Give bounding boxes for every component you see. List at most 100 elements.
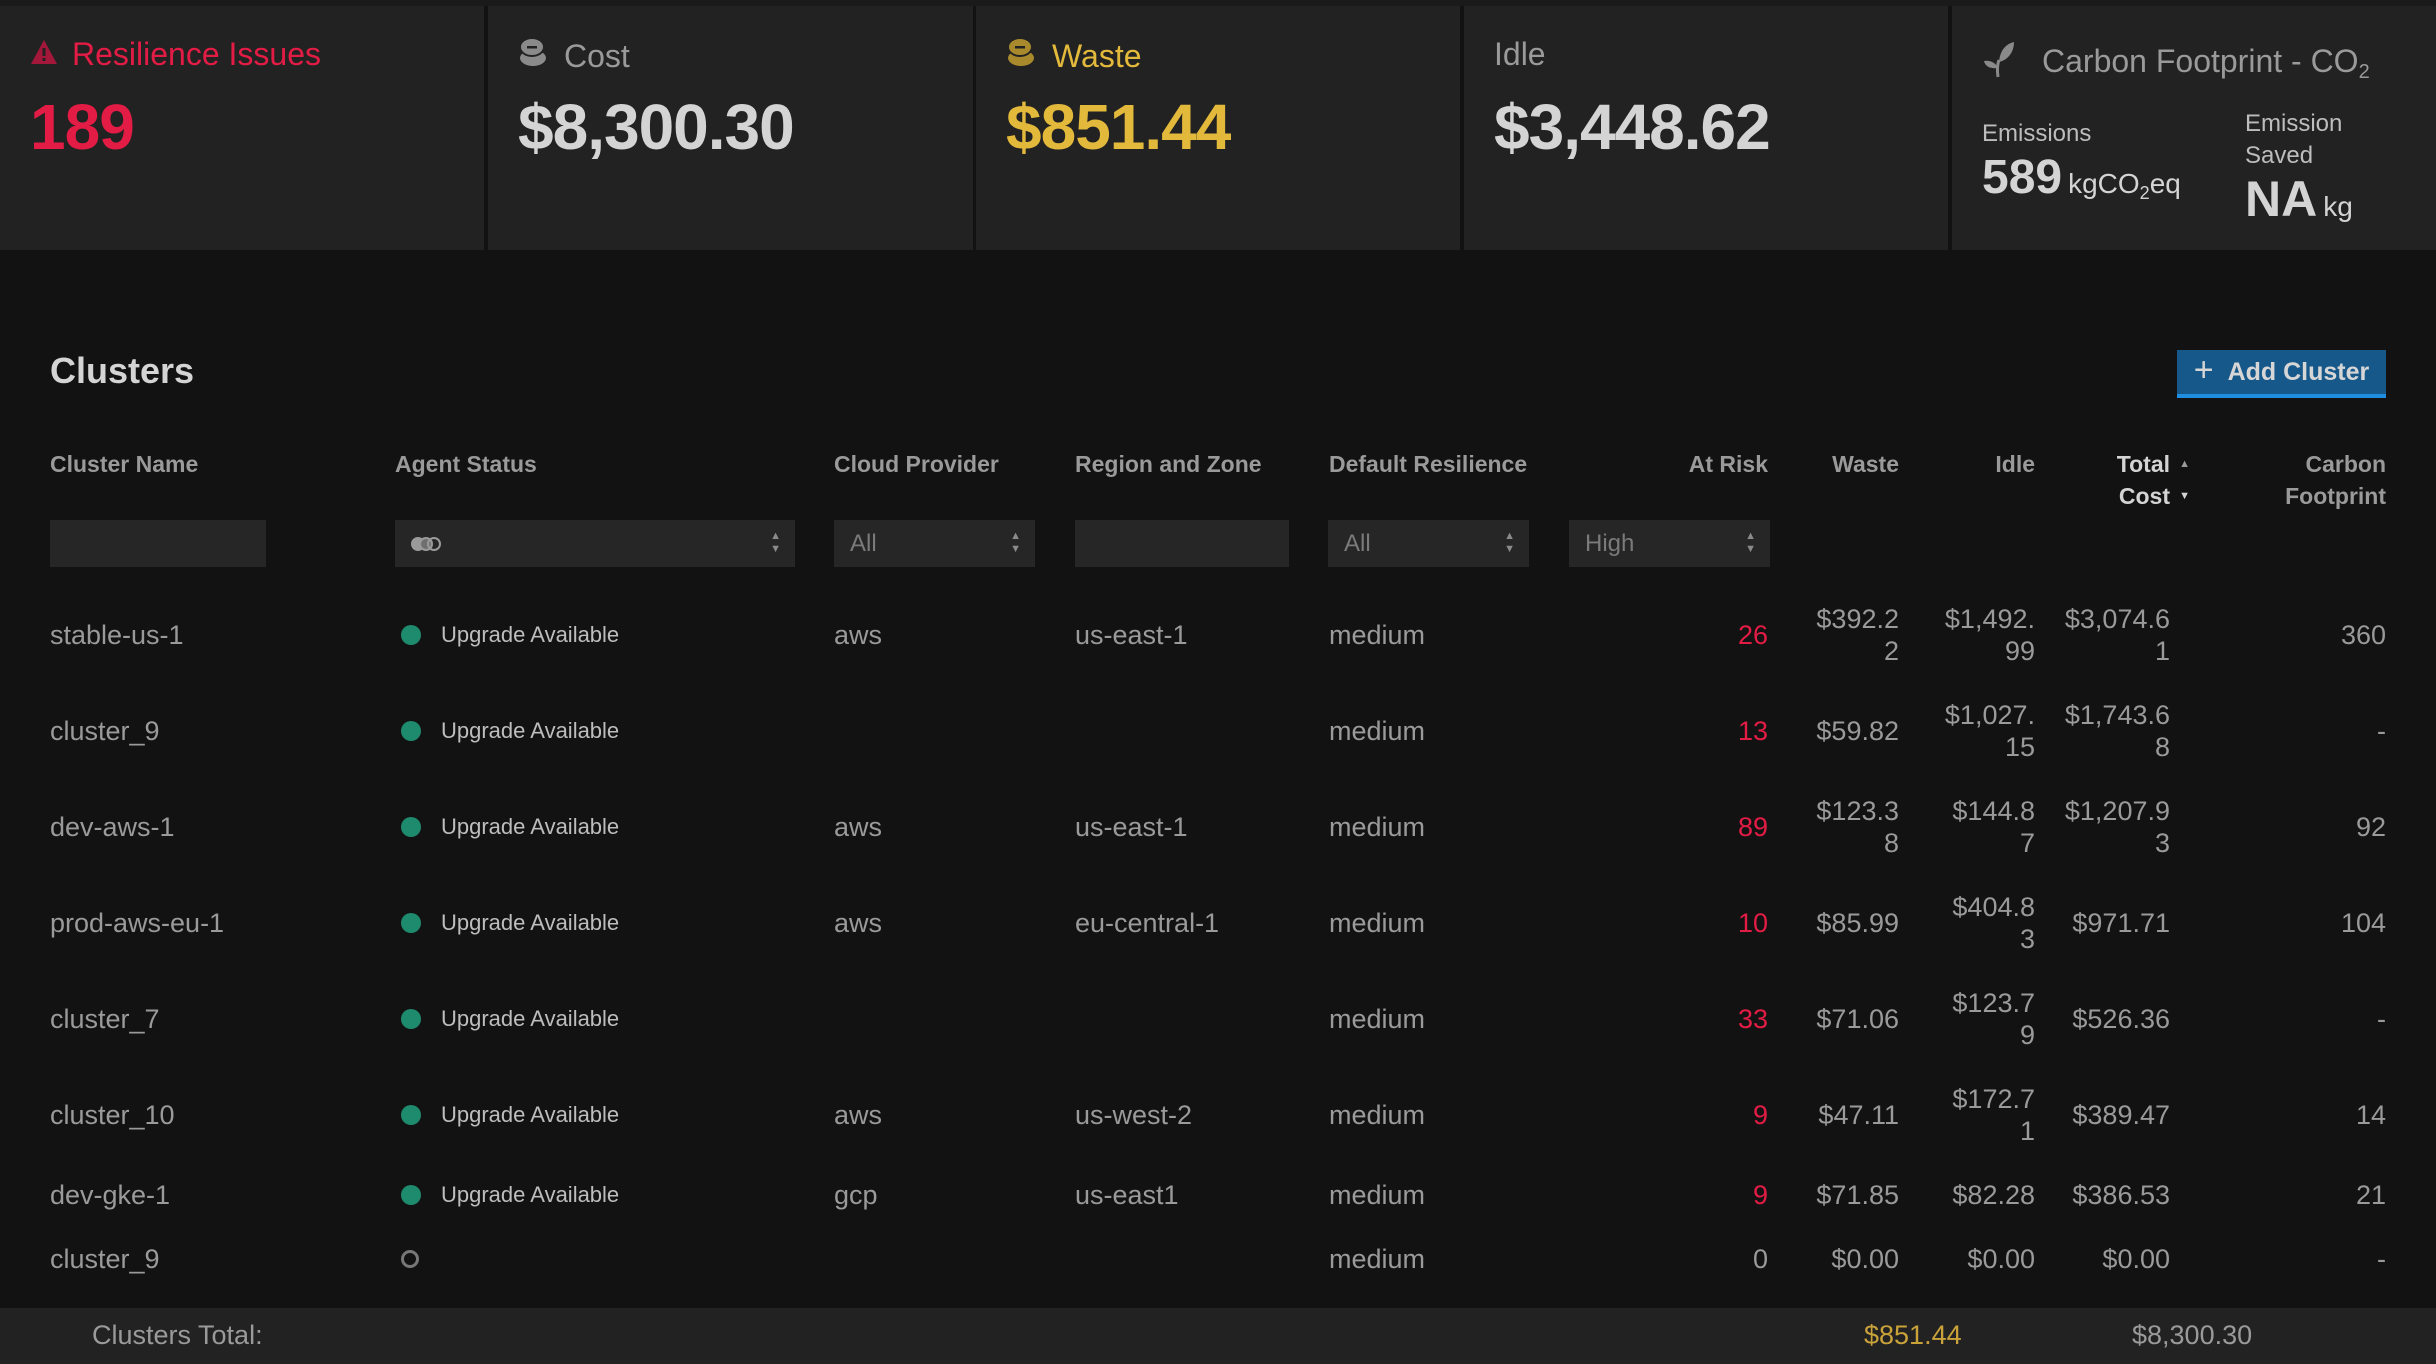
cell-resilience: medium bbox=[1329, 1004, 1426, 1034]
emissions-value: 589 bbox=[1982, 151, 2063, 204]
clusters-total-waste: $851.44 bbox=[1864, 1320, 1962, 1350]
cell-idle: $123.79 bbox=[1952, 988, 2035, 1050]
emissions-unit-sub: 2 bbox=[2139, 183, 2150, 203]
cell-total-cost: $971.71 bbox=[2072, 908, 2170, 938]
cell-cloud-provider: gcp bbox=[834, 1180, 878, 1210]
resilience-issues-card[interactable]: Resilience Issues 189 bbox=[0, 6, 484, 250]
cell-idle: $1,492.99 bbox=[1944, 604, 2035, 666]
status-label: Upgrade Available bbox=[441, 910, 620, 935]
table-row[interactable]: dev-gke-1 Upgrade Available gcp us-east1… bbox=[0, 1180, 2436, 1210]
cell-cluster-name[interactable]: cluster_9 bbox=[50, 715, 160, 747]
cell-resilience: medium bbox=[1329, 908, 1426, 938]
cell-waste: $47.11 bbox=[1818, 1100, 1899, 1130]
emissions-unit-post: eq bbox=[2149, 168, 2181, 199]
cell-agent-status bbox=[401, 1250, 439, 1268]
cell-carbon-footprint: 360 bbox=[2340, 620, 2386, 650]
status-label: Upgrade Available bbox=[441, 1182, 620, 1207]
total-cost-header-line2: Cost bbox=[2118, 483, 2170, 509]
column-header-waste[interactable]: Waste bbox=[1832, 448, 1899, 480]
cell-waste: $123.38 bbox=[1816, 796, 1899, 858]
cell-region: us-east1 bbox=[1075, 1180, 1179, 1210]
emissions-value-group: 589 kgCO2eq bbox=[1982, 150, 2181, 205]
cell-carbon-footprint: 21 bbox=[2355, 1180, 2386, 1210]
resilience-filter-select[interactable]: All ▲ ▼ bbox=[1328, 520, 1529, 567]
table-row[interactable]: cluster_9 Upgrade Available medium 13 $5… bbox=[0, 700, 2436, 762]
cell-cluster-name[interactable]: cluster_7 bbox=[50, 1003, 160, 1035]
status-label: Upgrade Available bbox=[441, 622, 620, 647]
cell-idle: $1,027.15 bbox=[1944, 700, 2035, 762]
cell-waste: $71.06 bbox=[1816, 1004, 1899, 1034]
cell-cluster-name[interactable]: cluster_9 bbox=[50, 1243, 160, 1275]
cell-at-risk: 33 bbox=[1737, 1004, 1768, 1034]
column-header-region[interactable]: Region and Zone bbox=[1075, 448, 1262, 480]
cell-total-cost: $1,743.68 bbox=[2064, 700, 2170, 762]
cell-carbon-footprint: 14 bbox=[2355, 1100, 2386, 1130]
cell-region: eu-central-1 bbox=[1075, 908, 1220, 938]
column-header-total-cost[interactable]: Total Cost ▲ ▼ bbox=[2117, 448, 2190, 512]
column-header-carbon-footprint[interactable]: Carbon Footprint bbox=[2285, 448, 2386, 512]
select-arrows-icon: ▲ ▼ bbox=[770, 530, 781, 555]
carbon-card-title: Carbon Footprint - CO2 bbox=[1982, 40, 2370, 86]
cell-resilience: medium bbox=[1329, 620, 1426, 650]
idle-card[interactable]: Idle $3,448.62 bbox=[1464, 6, 1948, 250]
cell-idle: $172.71 bbox=[1952, 1084, 2035, 1146]
table-row[interactable]: cluster_7 Upgrade Available medium 33 $7… bbox=[0, 988, 2436, 1050]
column-header-agent-status[interactable]: Agent Status bbox=[395, 448, 537, 480]
cell-cluster-name[interactable]: stable-us-1 bbox=[50, 619, 184, 651]
cell-idle: $404.83 bbox=[1952, 892, 2035, 954]
waste-card[interactable]: Waste $851.44 bbox=[976, 6, 1460, 250]
cell-at-risk: 13 bbox=[1737, 716, 1768, 746]
column-header-at-risk[interactable]: At Risk bbox=[1689, 448, 1768, 480]
table-row[interactable]: prod-aws-eu-1 Upgrade Available aws eu-c… bbox=[0, 892, 2436, 954]
cell-cloud-provider: aws bbox=[834, 1100, 883, 1130]
idle-card-label: Idle bbox=[1494, 36, 1546, 72]
cell-region: us-east-1 bbox=[1075, 620, 1188, 650]
sort-icon[interactable]: ▲ ▼ bbox=[2179, 448, 2190, 512]
cell-at-risk: 26 bbox=[1737, 620, 1768, 650]
status-label: Upgrade Available bbox=[441, 814, 620, 839]
status-label: Upgrade Available bbox=[441, 1006, 620, 1031]
column-header-cluster-name[interactable]: Cluster Name bbox=[50, 448, 198, 480]
cost-card[interactable]: Cost $8,300.30 bbox=[488, 6, 973, 250]
table-row[interactable]: dev-aws-1 Upgrade Available aws us-east-… bbox=[0, 796, 2436, 858]
cell-at-risk: 10 bbox=[1737, 908, 1768, 938]
cell-resilience: medium bbox=[1329, 1180, 1426, 1210]
cloud-provider-filter-select[interactable]: All ▲ ▼ bbox=[834, 520, 1035, 567]
clusters-total-cost: $8,300.30 bbox=[2132, 1320, 2253, 1350]
cell-carbon-footprint: - bbox=[2377, 1244, 2386, 1274]
carbon-header-line1: Carbon bbox=[2305, 451, 2387, 477]
coins-icon bbox=[1006, 36, 1038, 76]
select-arrows-icon: ▲ ▼ bbox=[1010, 530, 1021, 555]
at-risk-filter-select[interactable]: High ▲ ▼ bbox=[1569, 520, 1770, 567]
region-filter-input[interactable] bbox=[1075, 520, 1289, 567]
cluster-name-filter-input[interactable] bbox=[50, 520, 266, 567]
cell-cloud-provider: aws bbox=[834, 908, 883, 938]
cell-cluster-name[interactable]: dev-gke-1 bbox=[50, 1179, 170, 1211]
table-row[interactable]: cluster_10 Upgrade Available aws us-west… bbox=[0, 1084, 2436, 1146]
carbon-footprint-card[interactable]: Carbon Footprint - CO2 Emissions 589 kgCO… bbox=[1952, 6, 2436, 250]
cell-idle: $0.00 bbox=[1967, 1244, 2035, 1274]
resilience-filter-value: All bbox=[1344, 529, 1371, 557]
cell-region: us-east-1 bbox=[1075, 812, 1188, 842]
column-header-cloud-provider[interactable]: Cloud Provider bbox=[834, 448, 999, 480]
table-row[interactable]: stable-us-1 Upgrade Available aws us-eas… bbox=[0, 604, 2436, 666]
add-cluster-label: Add Cluster bbox=[2227, 357, 2370, 386]
cell-cluster-name[interactable]: prod-aws-eu-1 bbox=[50, 907, 224, 939]
idle-card-title: Idle bbox=[1494, 36, 1546, 73]
cell-total-cost: $3,074.61 bbox=[2064, 604, 2170, 666]
table-row[interactable]: cluster_9 medium 0 $0.00 $0.00 $0.00 - bbox=[0, 1244, 2436, 1274]
cell-cluster-name[interactable]: cluster_10 bbox=[50, 1099, 175, 1131]
carbon-header-line2: Footprint bbox=[2285, 483, 2386, 509]
resilience-card-title: Resilience Issues bbox=[30, 36, 321, 73]
cell-idle: $82.28 bbox=[1952, 1180, 2035, 1210]
agent-status-filter-select[interactable]: ▲ ▼ bbox=[395, 520, 795, 567]
select-arrows-icon: ▲ ▼ bbox=[1504, 530, 1515, 555]
cell-at-risk: 9 bbox=[1752, 1180, 1768, 1210]
plus-icon: + bbox=[2193, 351, 2214, 389]
cell-cluster-name[interactable]: dev-aws-1 bbox=[50, 811, 175, 843]
cloud-provider-filter-value: All bbox=[850, 529, 877, 557]
add-cluster-button[interactable]: + Add Cluster bbox=[2177, 350, 2386, 398]
column-header-default-resilience[interactable]: Default Resilience bbox=[1329, 448, 1527, 480]
column-header-idle[interactable]: Idle bbox=[1995, 448, 2035, 480]
cell-agent-status: Upgrade Available bbox=[401, 907, 619, 939]
